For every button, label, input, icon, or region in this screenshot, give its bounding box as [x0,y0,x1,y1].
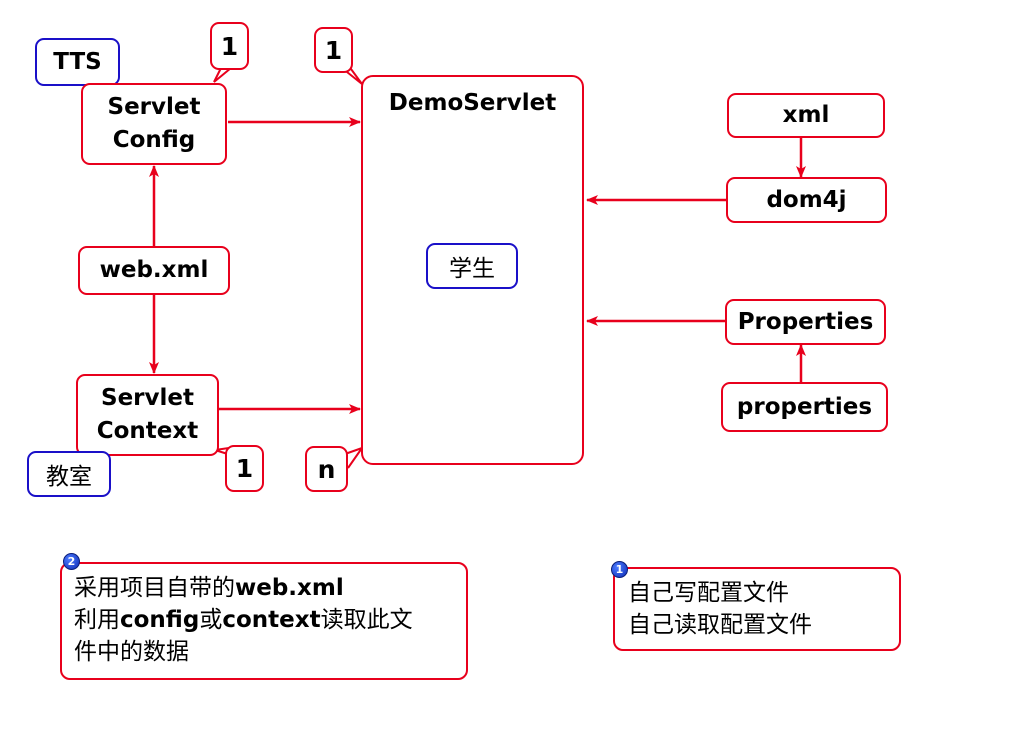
properties-file-node: properties [721,382,888,432]
classroom-tag: 教室 [27,451,111,497]
note-left-line-1: 采用项目自带的web.xml [74,572,466,604]
xml-node: xml [727,93,885,138]
properties-class-label: Properties [737,308,874,335]
servlet-config-label: Servlet Config [107,94,201,153]
note-left-line-2-text-c: 读取此文 [320,607,413,633]
webxml-approach-note: 采用项目自带的web.xml 利用config或context读取此文 件中的数… [60,562,468,680]
note-left-line-2-code-a: config [120,607,200,633]
config-count-label: 1 [220,31,239,61]
note-left-line-2-text-b: 或 [199,607,223,633]
tts-label: TTS [53,48,102,75]
badge-2-icon: 2 [63,553,80,570]
classroom-label: 教室 [46,464,92,490]
note-left-line-1-code: web.xml [235,575,344,601]
note-left-line-1-text: 采用项目自带的 [74,575,235,601]
servlet-bottom-count-label: n [317,454,336,484]
web-xml-label: web.xml [99,257,209,283]
custom-config-note: 自己写配置文件 自己读取配置文件 [613,567,901,651]
badge-1-icon: 1 [611,561,628,578]
web-xml-node: web.xml [78,246,230,295]
note-left-line-2-code-b: context [222,607,321,633]
tts-tag: TTS [35,38,120,86]
servlet-context-label: Servlet Context [96,385,199,444]
student-label: 学生 [449,256,495,282]
context-count-label: 1 [235,454,254,483]
properties-file-label: properties [736,393,873,420]
servlet-bottom-count-callout: n [305,446,348,492]
servlet-config-node: Servlet Config [81,83,227,165]
config-count-callout: 1 [210,22,249,70]
note-left-line-2-text-a: 利用 [74,607,120,633]
xml-label: xml [782,102,830,128]
servlet-context-node: Servlet Context [76,374,219,456]
context-count-callout: 1 [225,445,264,492]
servlet-top-count-label: 1 [324,35,343,65]
dom4j-label: dom4j [766,186,847,213]
note-right-line-1: 自己写配置文件 [628,580,789,606]
student-tag: 学生 [426,243,518,289]
note-left-line-2: 利用config或context读取此文 [74,604,466,636]
note-left-line-3: 件中的数据 [74,639,189,665]
demo-servlet-title: DemoServlet [388,90,557,116]
note-right-line-2: 自己读取配置文件 [628,612,812,638]
properties-class-node: Properties [725,299,886,345]
dom4j-node: dom4j [726,177,887,223]
servlet-top-count-callout: 1 [314,27,353,73]
